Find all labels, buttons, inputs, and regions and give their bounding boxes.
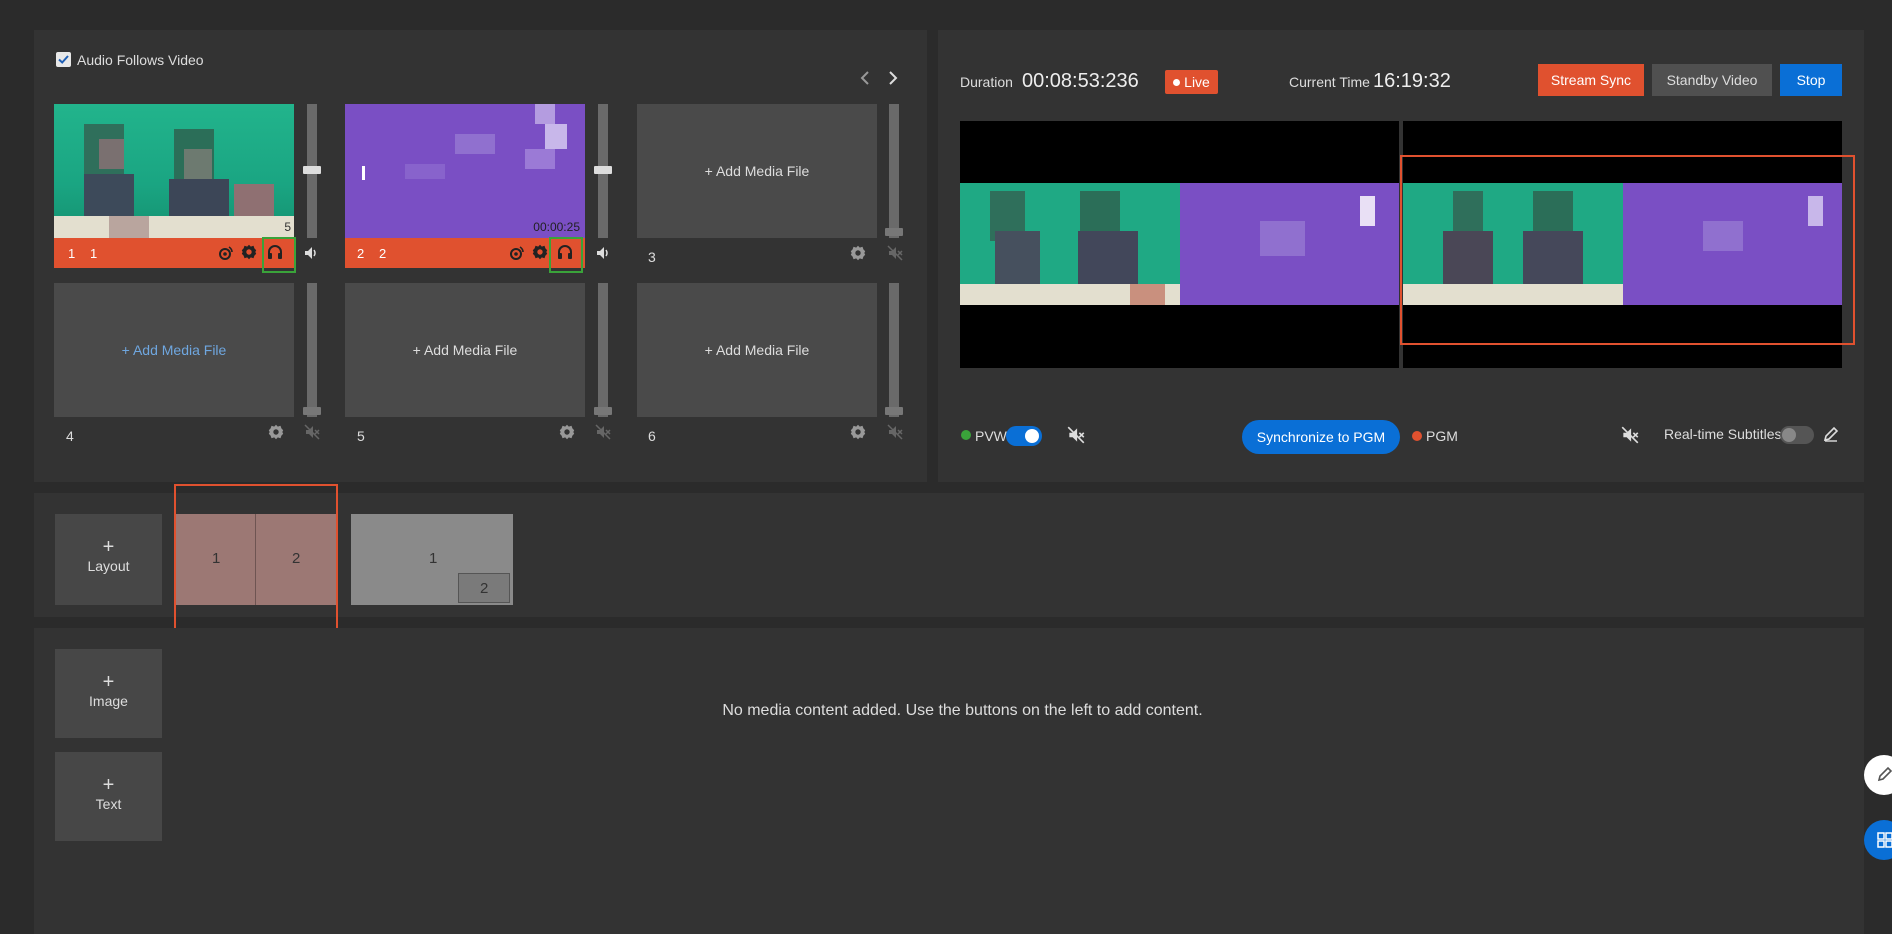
gear-icon[interactable] (558, 423, 578, 443)
synchronize-to-pgm-button[interactable]: Synchronize to PGM (1242, 420, 1400, 454)
layout-cell-2: 2 (480, 580, 489, 597)
speaker-muted-icon[interactable] (1066, 425, 1086, 445)
tile-1-volume-knob[interactable] (303, 166, 321, 174)
tile-4-volume-knob[interactable] (303, 407, 321, 415)
live-dot (1173, 79, 1181, 86)
tile-6-volume-knob[interactable] (885, 407, 903, 415)
speaker-icon[interactable] (302, 244, 322, 264)
tile-6-index: 6 (648, 428, 656, 444)
layout-selected-frame (174, 484, 338, 641)
tile-3-volume-knob[interactable] (885, 228, 903, 236)
speaker-muted-icon[interactable] (886, 244, 906, 264)
gear-icon[interactable] (849, 244, 869, 264)
current-time-label: Current Time (1289, 74, 1370, 90)
add-layout-label: Layout (87, 558, 130, 574)
tile-2-volume-knob[interactable] (594, 166, 612, 174)
source-tile-1[interactable]: 5 (54, 104, 294, 238)
tile-2-audio-indicator (549, 237, 583, 273)
tile-3-index: 3 (648, 249, 656, 265)
media-bar (34, 628, 1864, 934)
tile-3-volume-fader[interactable] (889, 104, 899, 238)
edit-pencil-icon[interactable] (1822, 425, 1842, 445)
audio-follows-video-label: Audio Follows Video (77, 52, 204, 68)
audio-follows-video-checkbox[interactable] (56, 52, 71, 67)
source-tile-2[interactable]: 00:00:25 (345, 104, 585, 238)
tile-5-index: 5 (357, 428, 365, 444)
add-image-button[interactable]: + Image (55, 649, 162, 738)
tile-6-volume-fader[interactable] (889, 283, 899, 417)
pvw-label: PVW (975, 428, 1007, 444)
pgm-status-dot (1412, 431, 1422, 441)
tile-1-name: 1 (90, 246, 98, 261)
speaker-muted-icon[interactable] (1620, 425, 1640, 445)
tile-5-volume-fader[interactable] (598, 283, 608, 417)
stop-button[interactable]: Stop (1780, 64, 1842, 96)
duration-value: 00:08:53:236 (1022, 70, 1139, 92)
duration-label: Duration (960, 74, 1013, 90)
gear-icon[interactable] (267, 423, 287, 443)
tile-1-index: 1 (68, 246, 76, 261)
add-text-button[interactable]: + Text (55, 752, 162, 841)
pvw-toggle[interactable] (1006, 426, 1042, 446)
gear-icon[interactable] (849, 423, 869, 443)
floating-edit-button[interactable] (1864, 755, 1892, 795)
add-layout-button[interactable]: + Layout (55, 514, 162, 605)
subtitles-toggle-thumb (1782, 428, 1796, 442)
live-badge: Live (1165, 70, 1218, 94)
pvw-status-dot (961, 430, 971, 440)
tile-1-live-bar: 1 1 (54, 238, 294, 268)
pip-inset: 2 (458, 573, 510, 603)
source-tile-6[interactable]: + Add Media File (637, 283, 877, 417)
layout-cell-1: 1 (429, 550, 438, 567)
layout-option-picture-in-picture[interactable]: 1 2 (351, 514, 513, 605)
pencil-icon (1876, 765, 1892, 785)
tile-4-index: 4 (66, 428, 74, 444)
standby-video-button[interactable]: Standby Video (1652, 64, 1772, 96)
tile-1-time: 5 (284, 220, 291, 234)
source-tile-5[interactable]: + Add Media File (345, 283, 585, 417)
add-text-label: Text (95, 796, 122, 812)
tile-2-time: 00:00:25 (533, 220, 580, 234)
plus-icon: + (102, 536, 115, 558)
stream-sync-button[interactable]: Stream Sync (1538, 64, 1644, 96)
speaker-muted-icon[interactable] (886, 423, 906, 443)
chevron-right-icon[interactable] (882, 68, 902, 88)
source-tile-4[interactable]: + Add Media File (54, 283, 294, 417)
real-time-subtitles-label: Real-time Subtitles (1664, 426, 1782, 442)
current-time-value: 16:19:32 (1373, 70, 1451, 92)
chevron-left-icon[interactable] (856, 68, 876, 88)
add-media-file-button[interactable]: + Add Media File (54, 283, 294, 417)
tile-5-volume-knob[interactable] (594, 407, 612, 415)
speaker-icon[interactable] (594, 244, 614, 264)
plus-icon: + (102, 671, 115, 693)
tile-1-audio-indicator (262, 237, 296, 273)
speaker-muted-icon[interactable] (303, 423, 323, 443)
pgm-label: PGM (1426, 428, 1458, 444)
tile-2-name: 2 (379, 246, 387, 261)
tile-2-index: 2 (357, 246, 365, 261)
gear-icon[interactable] (240, 243, 260, 263)
source-tile-3[interactable]: + Add Media File (637, 104, 877, 238)
speaker-muted-icon[interactable] (594, 423, 614, 443)
subtitles-toggle[interactable] (1780, 426, 1814, 444)
floating-grid-button[interactable] (1864, 820, 1892, 860)
add-media-file-button[interactable]: + Add Media File (637, 283, 877, 417)
grid-icon (1876, 831, 1892, 851)
preview-screen[interactable] (960, 121, 1399, 368)
add-media-file-button[interactable]: + Add Media File (637, 104, 877, 238)
tile-4-volume-fader[interactable] (307, 283, 317, 417)
gear-icon[interactable] (531, 243, 551, 263)
broadcast-icon[interactable] (217, 244, 237, 264)
broadcast-icon[interactable] (508, 244, 528, 264)
add-media-file-button[interactable]: + Add Media File (345, 283, 585, 417)
program-highlight-frame (1400, 155, 1855, 345)
plus-icon: + (102, 774, 115, 796)
empty-media-message: No media content added. Use the buttons … (722, 702, 1203, 719)
live-badge-label: Live (1184, 74, 1210, 90)
pvw-toggle-thumb (1025, 429, 1039, 443)
